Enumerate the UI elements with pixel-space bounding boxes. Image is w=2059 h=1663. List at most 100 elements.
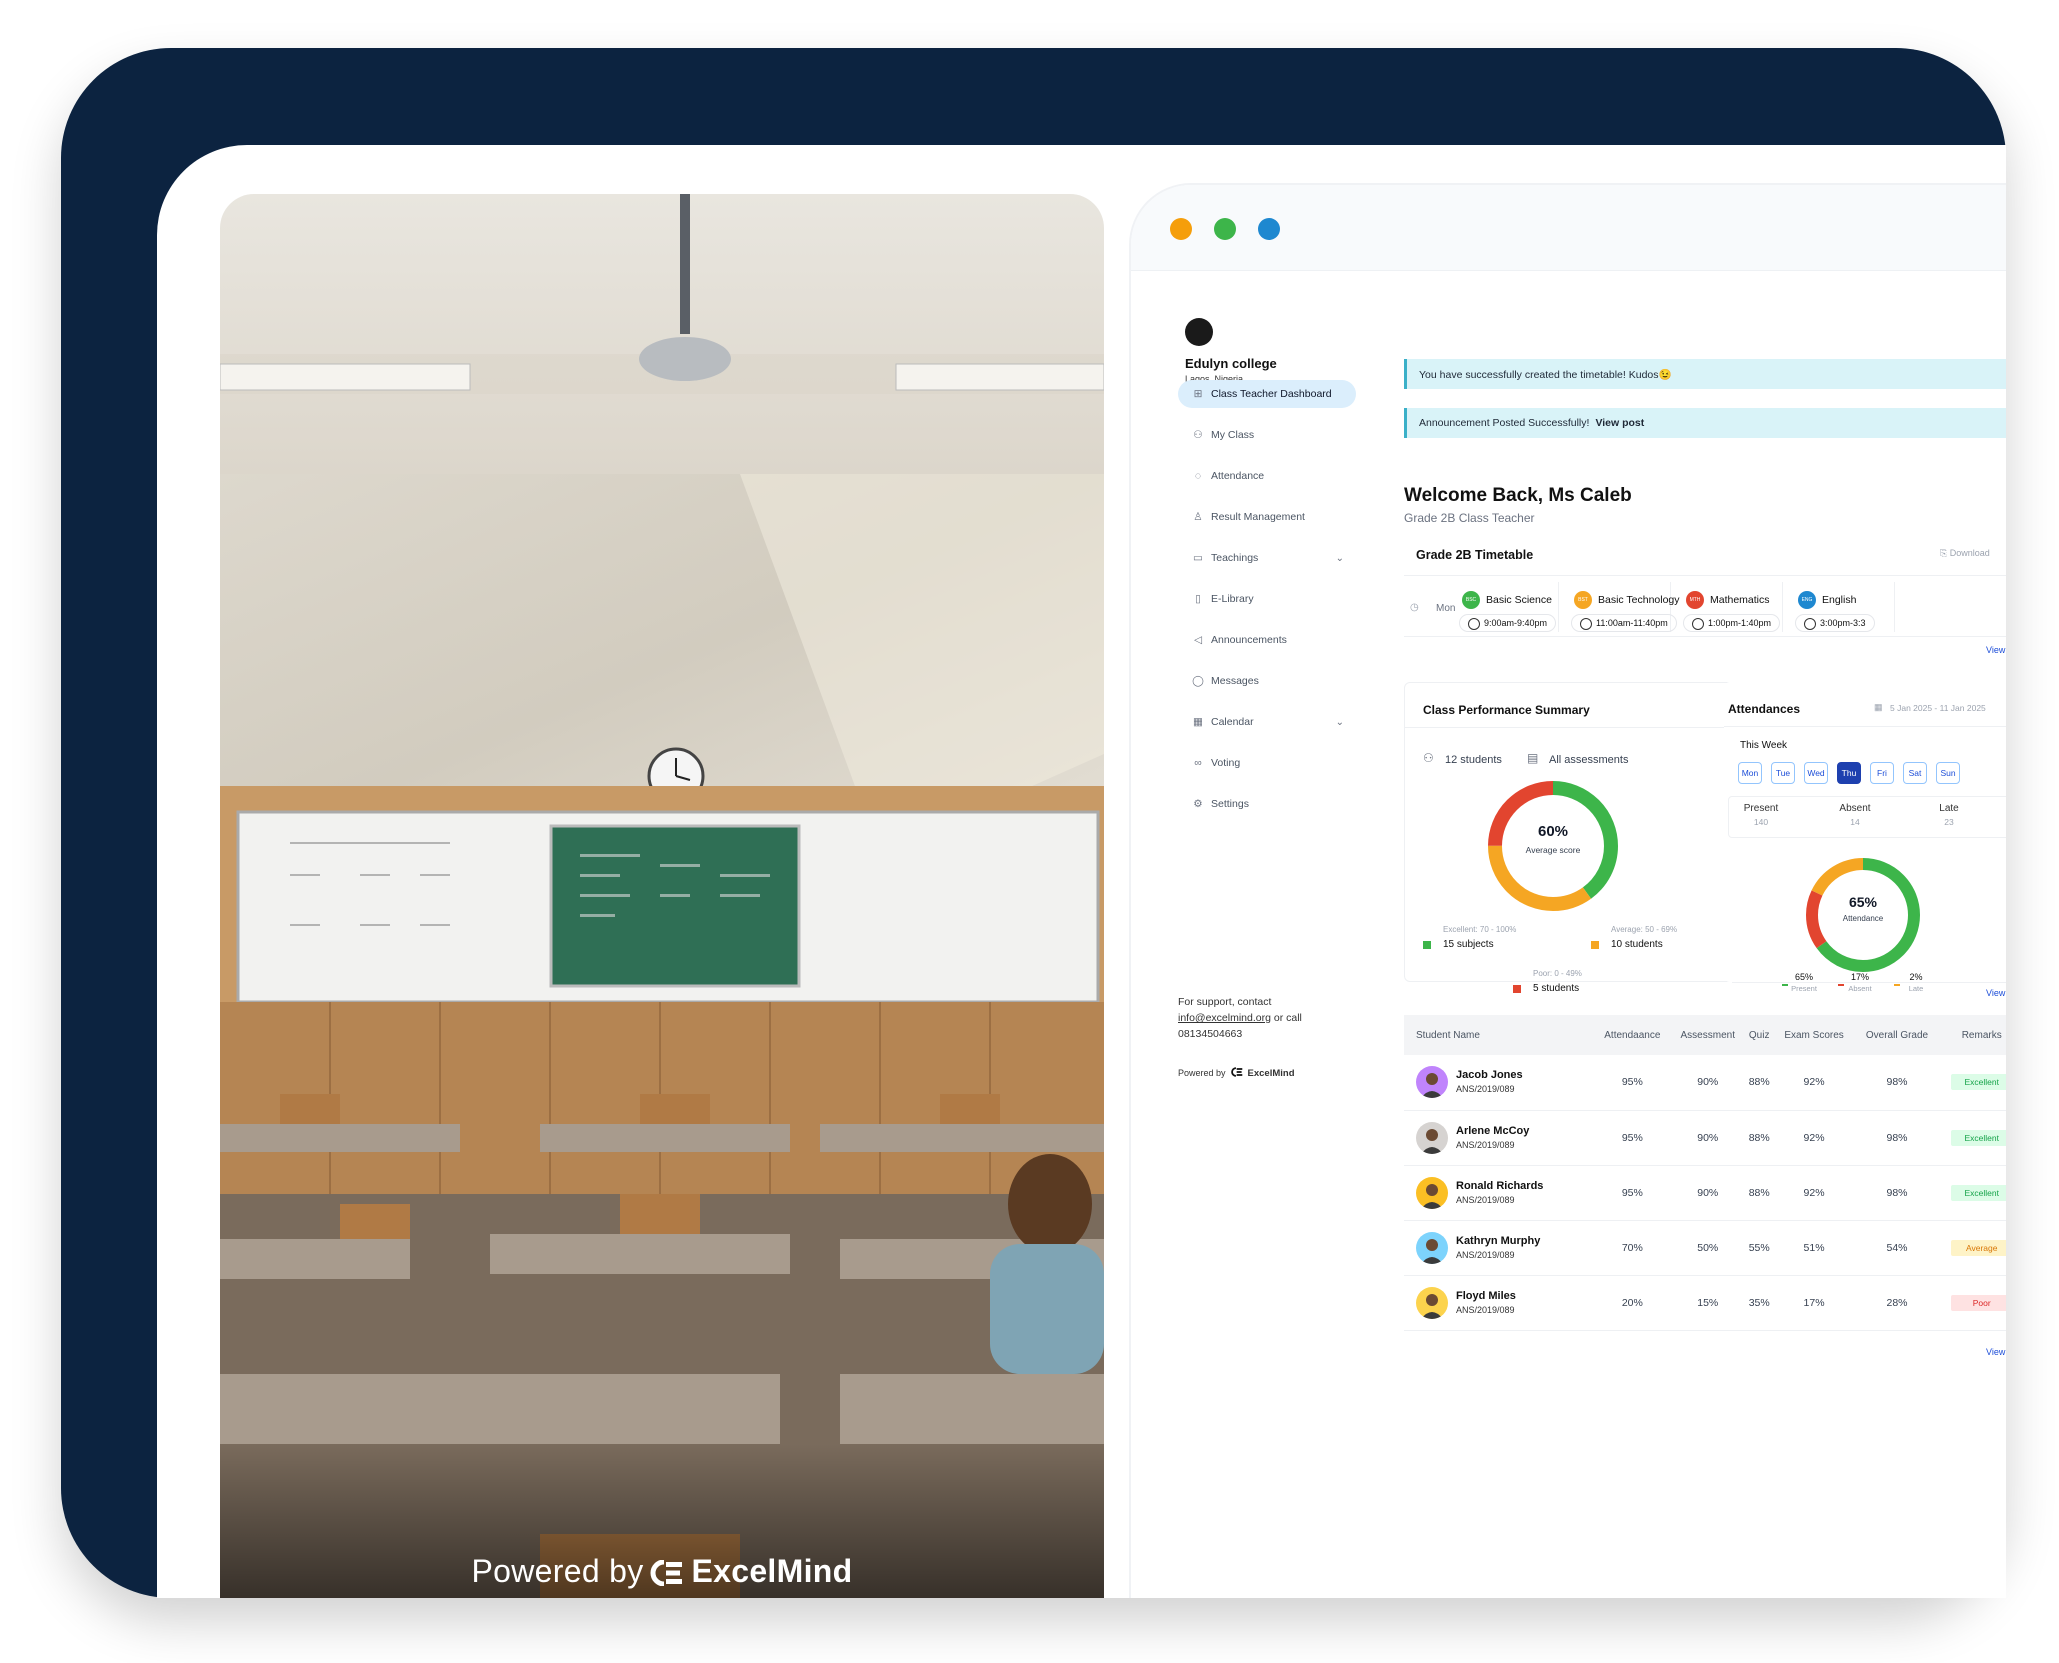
legend-range: Average: 50 - 69% bbox=[1611, 925, 1678, 934]
column-header[interactable]: Remarks bbox=[1939, 1015, 2006, 1055]
sidebar-item-attendance[interactable]: ◌ Attendance bbox=[1178, 462, 1356, 490]
legend-swatch bbox=[1591, 941, 1599, 949]
view-post-link[interactable]: View post bbox=[1595, 417, 1644, 429]
sidebar-item-label: Calendar bbox=[1211, 716, 1254, 728]
student-info: Kathryn Murphy ANS/2019/089 bbox=[1456, 1234, 1540, 1262]
cell-remark: Poor bbox=[1939, 1275, 2006, 1331]
column-header[interactable]: Attendaance bbox=[1594, 1015, 1671, 1055]
table-row[interactable]: Jacob Jones ANS/2019/089 95% 90% 88% 92% 98% Ex… bbox=[1404, 1055, 2006, 1111]
cell-remark: Average bbox=[1939, 1220, 2006, 1276]
window-titlebar bbox=[1131, 185, 2006, 271]
cell-attendance: 70% bbox=[1594, 1220, 1671, 1276]
cell-remark: Excellent bbox=[1939, 1165, 2006, 1221]
class-time: 3:00pm-3:3 bbox=[1795, 614, 1875, 632]
download-button[interactable]: ⎘ Download bbox=[1940, 548, 1990, 559]
legend-percent: 17% bbox=[1850, 972, 1869, 982]
sidebar-item-e-library[interactable]: ▯ E-Library bbox=[1178, 585, 1356, 613]
cell-exam: 51% bbox=[1773, 1220, 1855, 1276]
window-control-maximize[interactable] bbox=[1214, 218, 1236, 240]
legend-count: 15 subjects bbox=[1443, 939, 1494, 950]
sidebar-item-class-teacher-dashboard[interactable]: ⊞ Class Teacher Dashboard bbox=[1178, 380, 1356, 408]
cell-assessment: 90% bbox=[1670, 1165, 1745, 1221]
toast-announcement-posted: Announcement Posted Successfully! View po… bbox=[1404, 408, 2006, 438]
timetable-title: Grade 2B Timetable bbox=[1416, 548, 1534, 562]
sidebar-item-label: Settings bbox=[1211, 798, 1249, 810]
sidebar-item-my-class[interactable]: ⚇ My Class bbox=[1178, 421, 1356, 449]
sidebar-item-calendar[interactable]: ▦ Calendar ⌄ bbox=[1178, 708, 1356, 736]
timetable-class-card[interactable]: ENG English 3:00pm-3:3 bbox=[1792, 582, 1895, 632]
class-time: 1:00pm-1:40pm bbox=[1683, 614, 1781, 632]
stat-late-value: 23 bbox=[1944, 817, 1954, 827]
sidebar-item-settings[interactable]: ⚙ Settings bbox=[1178, 790, 1356, 818]
day-wed[interactable]: Wed bbox=[1804, 762, 1828, 784]
performance-title: Class Performance Summary bbox=[1423, 703, 1590, 717]
timetable-class-card[interactable]: BST Basic Technology 11:00am-11:40pm bbox=[1568, 582, 1680, 632]
student-name: Kathryn Murphy bbox=[1456, 1234, 1541, 1247]
download-label: Download bbox=[1949, 548, 1990, 558]
sidebar-item-voting[interactable]: ∞ Voting bbox=[1178, 749, 1356, 777]
attendance-view-all-link[interactable]: View All bbox=[1986, 988, 2006, 998]
inner-frame: Powered by ExcelMind Edulyn college Lagos… bbox=[157, 145, 2006, 1598]
performance-caption: Average score bbox=[1525, 845, 1581, 855]
stat-present-label: Present bbox=[1743, 803, 1779, 814]
cell-attendance: 95% bbox=[1594, 1055, 1671, 1111]
cell-assessment: 90% bbox=[1670, 1055, 1745, 1111]
timetable-view-all-link[interactable]: View All bbox=[1986, 645, 2006, 655]
attendance-title: Attendances bbox=[1728, 702, 1801, 716]
table-row[interactable]: Ronald Richards ANS/2019/089 95% 90% 88% 92% 9… bbox=[1404, 1165, 2006, 1221]
table-row[interactable]: Arlene McCoy ANS/2019/089 95% 90% 88% 92% 98% E… bbox=[1404, 1110, 2006, 1166]
vote-icon: ∞ bbox=[1194, 757, 1202, 769]
legend-percent: 2% bbox=[1909, 972, 1923, 982]
remark-badge: Excellent bbox=[1950, 1074, 2006, 1091]
clock-icon: ◷ bbox=[1410, 602, 1419, 613]
toast-timetable-created: You have successfully created the timeta… bbox=[1404, 359, 2006, 389]
timetable-class-card[interactable]: MTH Mathematics 1:00pm-1:40pm bbox=[1680, 582, 1783, 632]
column-header[interactable]: Exam Scores bbox=[1774, 1015, 1855, 1055]
calendar-icon: ▦ bbox=[1193, 716, 1203, 728]
cell-overall: 98% bbox=[1854, 1055, 1940, 1111]
day-thu[interactable]: Thu bbox=[1837, 762, 1861, 784]
book-icon: ▯ bbox=[1195, 593, 1201, 605]
remark-badge: Poor bbox=[1950, 1294, 2006, 1311]
day-mon[interactable]: Mon bbox=[1738, 762, 1762, 784]
legend-percent: 65% bbox=[1794, 972, 1813, 982]
students-view-all-link[interactable]: View All bbox=[1986, 1347, 2006, 1357]
sidebar-item-teachings[interactable]: ▭ Teachings ⌄ bbox=[1178, 544, 1356, 572]
toast-text: You have successfully created the timeta… bbox=[1419, 368, 1672, 381]
day-sun[interactable]: Sun bbox=[1936, 762, 1960, 784]
column-header[interactable]: Quiz bbox=[1745, 1015, 1774, 1055]
sidebar-item-label: Teachings bbox=[1211, 552, 1259, 564]
powered-by-banner: Powered by ExcelMind bbox=[220, 1553, 1104, 1590]
attendance-card: Attendances ▦ 5 Jan 2025 - 11 Jan 2025 T… bbox=[1724, 682, 2006, 993]
column-header[interactable]: Assessment bbox=[1671, 1015, 1745, 1055]
subject-name: Basic Technology bbox=[1598, 594, 1680, 606]
student-id: ANS/2019/089 bbox=[1456, 1194, 1515, 1205]
gear-icon: ⚙ bbox=[1193, 798, 1203, 810]
sidebar-item-label: Announcements bbox=[1211, 634, 1287, 646]
column-header[interactable]: Overall Grade bbox=[1855, 1015, 1940, 1055]
column-header[interactable]: Student Name bbox=[1404, 1015, 1594, 1055]
cell-exam: 17% bbox=[1773, 1275, 1855, 1331]
timetable-class-card[interactable]: BSC Basic Science 9:00am-9:40pm bbox=[1456, 582, 1559, 632]
sidebar-item-messages[interactable]: ◯ Messages bbox=[1178, 667, 1356, 695]
day-fri[interactable]: Fri bbox=[1870, 762, 1894, 784]
day-sat[interactable]: Sat bbox=[1903, 762, 1927, 784]
table-row[interactable]: Floyd Miles ANS/2019/089 20% 15% 35% 17% 28% Po… bbox=[1404, 1275, 2006, 1331]
sidebar-item-label: Attendance bbox=[1211, 470, 1265, 482]
sidebar-item-label: Messages bbox=[1211, 675, 1259, 687]
stat-present-value: 140 bbox=[1753, 817, 1769, 827]
avatar bbox=[1416, 1121, 1448, 1154]
student-id: ANS/2019/089 bbox=[1456, 1139, 1515, 1150]
student-info: Ronald Richards ANS/2019/089 bbox=[1456, 1179, 1543, 1207]
window-control-close[interactable] bbox=[1258, 218, 1280, 240]
student-id: ANS/2019/089 bbox=[1456, 1084, 1515, 1095]
subject-badge: MTH bbox=[1686, 591, 1704, 609]
grid-icon: ⊞ bbox=[1193, 388, 1203, 400]
sidebar-item-result-management[interactable]: ♙ Result Management bbox=[1178, 503, 1356, 531]
support-email-link[interactable]: info@excelmind.org bbox=[1178, 1012, 1271, 1024]
sidebar-item-announcements[interactable]: ◁ Announcements bbox=[1178, 626, 1356, 654]
table-row[interactable]: Kathryn Murphy ANS/2019/089 70% 50% 55% 51% 54… bbox=[1404, 1220, 2006, 1276]
day-tue[interactable]: Tue bbox=[1771, 762, 1795, 784]
download-icon: ⎘ bbox=[1940, 548, 1950, 558]
window-control-minimize[interactable] bbox=[1170, 218, 1192, 240]
